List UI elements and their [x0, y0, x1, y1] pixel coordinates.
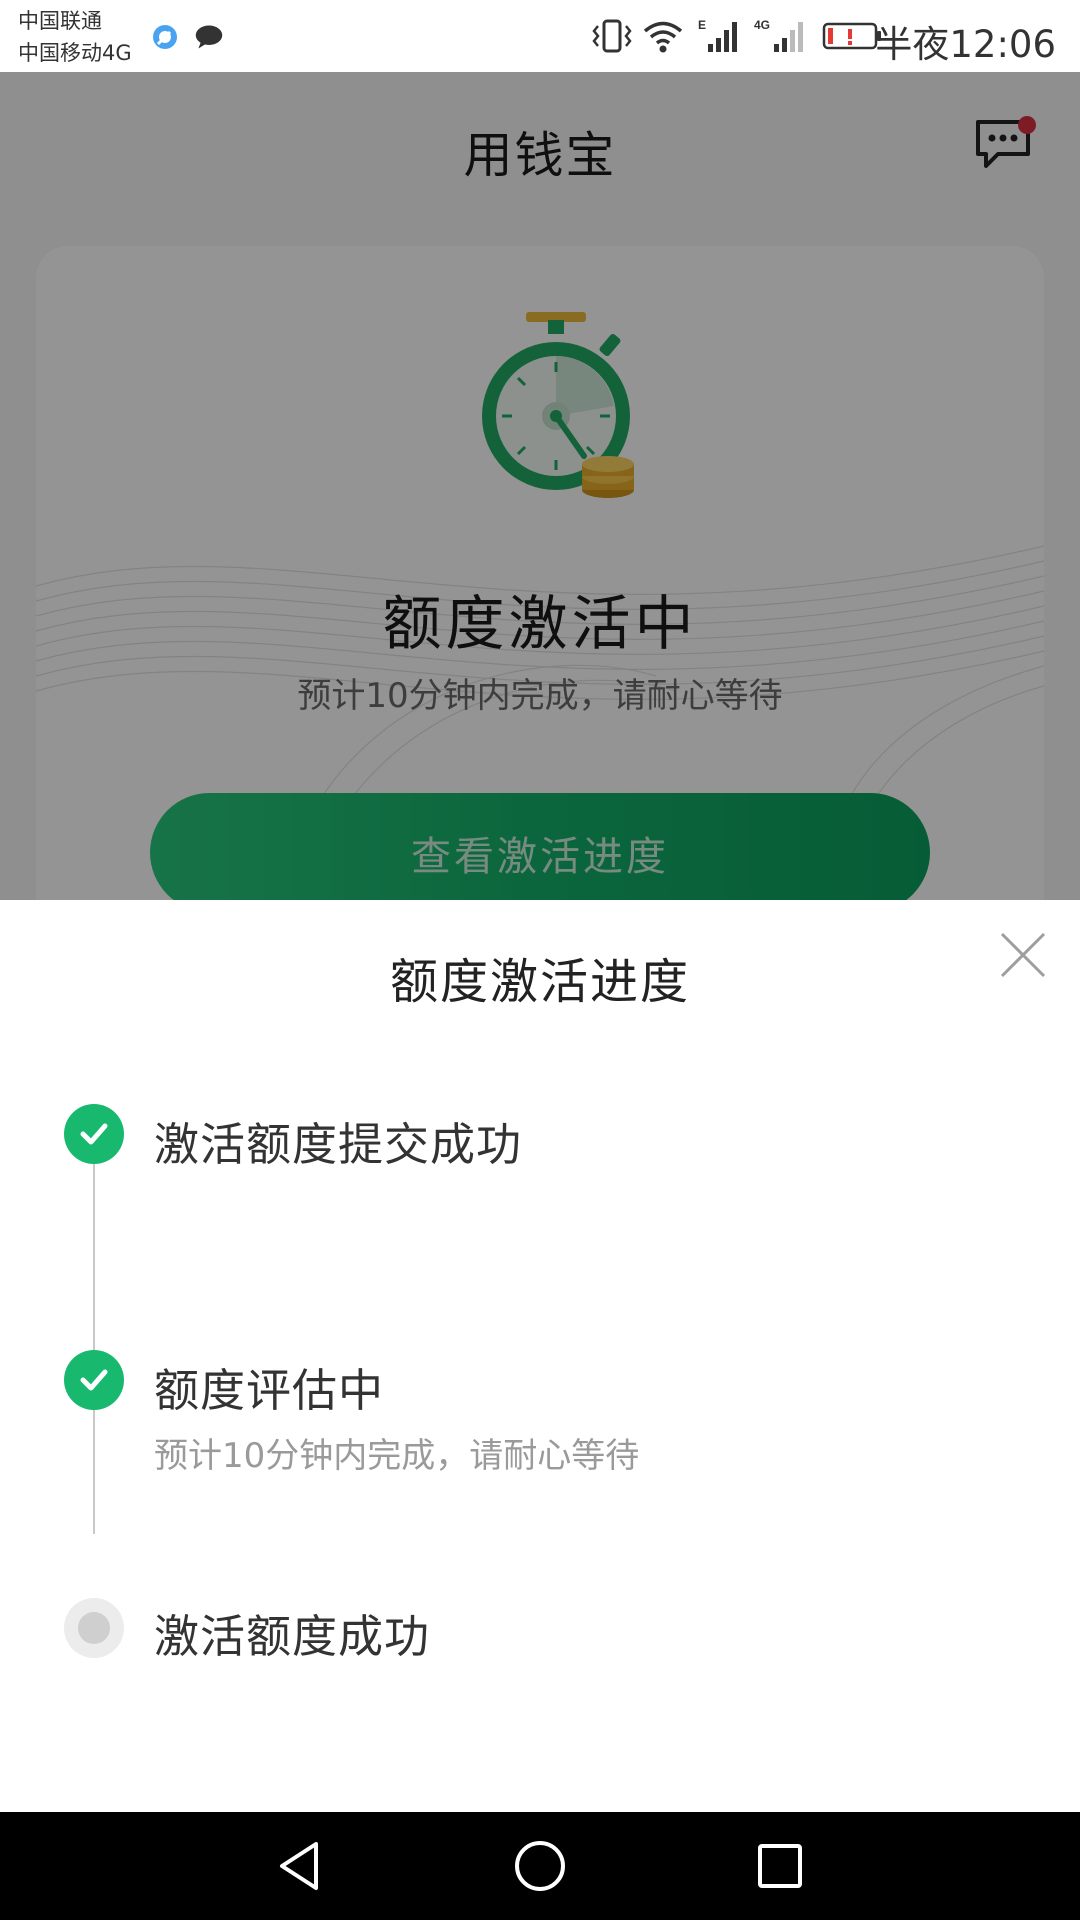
carrier-label-1: 中国联通 [18, 9, 102, 33]
signal-4g-icon: 4G [754, 16, 812, 56]
vibrate-icon [590, 16, 634, 56]
sheet-title: 额度激活进度 [389, 954, 690, 1010]
svg-text:E: E [698, 18, 706, 32]
system-nav-bar [0, 1812, 1080, 1920]
status-clock: 半夜12:06 [875, 23, 1056, 66]
wifi-icon [642, 16, 684, 56]
chat-bubble-icon [194, 22, 224, 52]
step-sub-evaluating: 预计10分钟内完成，请耐心等待 [154, 1436, 640, 1476]
progress-sheet: 额度激活进度 激活额度提交成功 额度评估中 预计10分钟内完成，请耐心等待 激活… [0, 900, 1080, 1812]
recent-apps-icon[interactable] [750, 1836, 810, 1896]
step-done-icon [64, 1104, 124, 1164]
close-icon[interactable] [998, 930, 1048, 980]
step-label-success: 激活额度成功 [154, 1610, 431, 1663]
step-pending-icon [64, 1598, 124, 1658]
browser-icon [150, 22, 180, 52]
back-icon[interactable] [270, 1836, 330, 1896]
status-bar: 中国联通 中国移动4G E 4G 半夜12:06 [0, 0, 1080, 72]
svg-text:4G: 4G [754, 18, 770, 32]
step-label-submitted: 激活额度提交成功 [154, 1118, 523, 1171]
modal-scrim[interactable] [0, 72, 1080, 900]
step-done-icon [64, 1350, 124, 1410]
signal-e-icon: E [696, 16, 746, 56]
carrier-label-2: 中国移动4G [18, 41, 132, 65]
timeline-connector [93, 1134, 95, 1534]
step-label-evaluating: 额度评估中 [154, 1364, 385, 1417]
home-icon[interactable] [510, 1836, 570, 1896]
